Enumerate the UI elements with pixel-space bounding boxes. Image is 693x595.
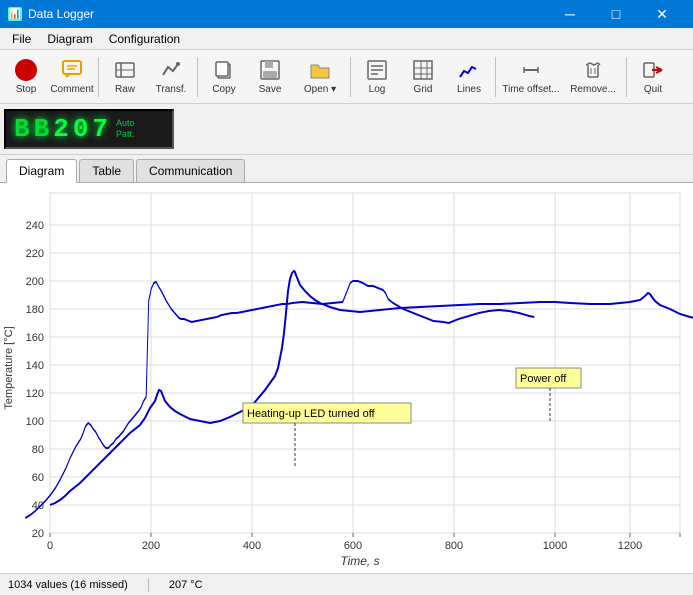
remove-button[interactable]: Remove... [564,54,622,100]
status-separator [148,578,149,592]
log-icon [365,58,389,82]
grid-button[interactable]: Grid [401,54,445,100]
status-values: 1034 values (16 missed) [8,579,128,591]
timeoffset-label: Time offset... [502,84,559,95]
svg-text:180: 180 [26,304,44,316]
maximize-button[interactable]: □ [593,0,639,28]
svg-text:Heating-up LED turned off: Heating-up LED turned off [247,408,376,420]
raw-label: Raw [115,84,135,95]
toolbar: Stop Comment Raw Transf. Copy Save [0,50,693,104]
menu-diagram[interactable]: Diagram [39,28,100,50]
grid-icon [411,58,435,82]
svg-text:Time, s: Time, s [340,554,379,568]
quit-label: Quit [644,84,662,95]
minimize-button[interactable]: ─ [547,0,593,28]
stop-button[interactable]: Stop [4,54,48,100]
svg-text:200: 200 [142,540,160,552]
raw-button[interactable]: Raw [103,54,147,100]
title-bar: 📊 Data Logger ─ □ ✕ [0,0,693,28]
copy-button[interactable]: Copy [202,54,246,100]
comment-button[interactable]: Comment [50,54,94,100]
remove-icon [581,58,605,82]
svg-text:0: 0 [47,540,53,552]
svg-text:Power off: Power off [520,373,567,385]
stop-icon [14,58,38,82]
svg-text:60: 60 [32,472,44,484]
remove-label: Remove... [570,84,616,95]
open-button[interactable]: Open ▾ [294,54,346,100]
close-button[interactable]: ✕ [639,0,685,28]
toolbar-sep-1 [98,57,99,97]
status-temperature: 207 °C [169,579,203,591]
svg-text:100: 100 [26,416,44,428]
log-label: Log [369,84,386,95]
tab-diagram[interactable]: Diagram [6,159,77,183]
timeoffset-icon [519,58,543,82]
quit-icon [641,58,665,82]
lcd-display-section: BB207 Auto Patt. [4,109,174,149]
lcd-value: BB207 [14,114,112,144]
svg-text:1200: 1200 [618,540,642,552]
svg-text:240: 240 [26,220,44,232]
window-title: Data Logger [28,7,94,21]
stop-label: Stop [16,84,37,95]
copy-label: Copy [212,84,235,95]
svg-text:400: 400 [243,540,261,552]
svg-text:80: 80 [32,444,44,456]
svg-text:140: 140 [26,360,44,372]
svg-text:40: 40 [32,500,44,512]
status-bar: 1034 values (16 missed) 207 °C [0,573,693,595]
svg-text:200: 200 [26,276,44,288]
open-icon [308,58,332,82]
menu-configuration[interactable]: Configuration [101,28,188,50]
comment-label: Comment [50,84,93,95]
lcd-row: BB207 Auto Patt. [0,104,693,155]
lines-icon [457,58,481,82]
comment-icon [60,58,84,82]
toolbar-sep-5 [626,57,627,97]
toolbar-sep-2 [197,57,198,97]
grid-label: Grid [414,84,433,95]
svg-text:800: 800 [445,540,463,552]
svg-text:Temperature [°C]: Temperature [°C] [3,326,15,409]
menu-bar: File Diagram Configuration [0,28,693,50]
svg-text:600: 600 [344,540,362,552]
svg-text:220: 220 [26,248,44,260]
tab-communication[interactable]: Communication [136,159,245,182]
svg-text:1000: 1000 [543,540,567,552]
copy-icon [212,58,236,82]
lines-button[interactable]: Lines [447,54,491,100]
timeoffset-button[interactable]: Time offset... [500,54,562,100]
svg-text:20: 20 [32,528,44,540]
raw-icon [113,58,137,82]
save-button[interactable]: Save [248,54,292,100]
transf-button[interactable]: Transf. [149,54,193,100]
app-icon: 📊 [8,7,22,21]
menu-file[interactable]: File [4,28,39,50]
lines-label: Lines [457,84,481,95]
save-icon [258,58,282,82]
toolbar-sep-3 [350,57,351,97]
log-button[interactable]: Log [355,54,399,100]
svg-text:120: 120 [26,388,44,400]
toolbar-sep-4 [495,57,496,97]
chart-panel: 20 40 60 80 100 120 140 160 180 200 220 … [0,183,693,573]
chart-svg: 20 40 60 80 100 120 140 160 180 200 220 … [0,183,693,573]
lcd-mode-labels: Auto Patt. [116,118,135,140]
svg-text:160: 160 [26,332,44,344]
save-label: Save [259,84,282,95]
open-label: Open ▾ [304,84,336,95]
transf-icon [159,58,183,82]
quit-button[interactable]: Quit [631,54,675,100]
transf-label: Transf. [156,84,187,95]
tab-bar: Diagram Table Communication [0,155,693,183]
tab-table[interactable]: Table [79,159,134,182]
